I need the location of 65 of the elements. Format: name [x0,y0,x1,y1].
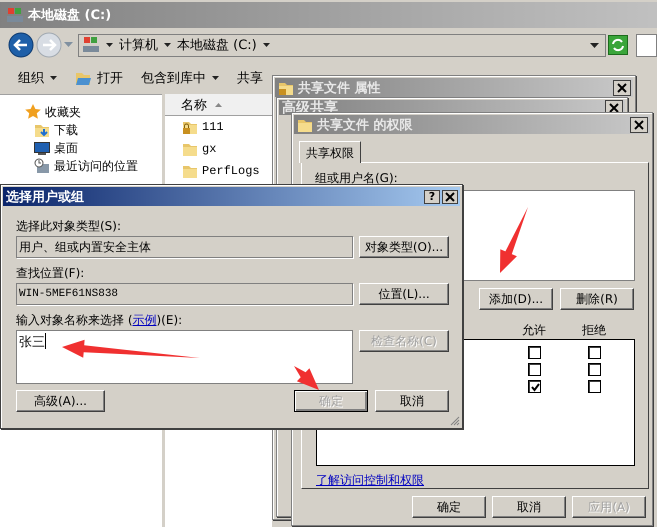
caret-icon[interactable] [164,43,171,47]
dialog-button[interactable]: 删除(R) [560,288,634,310]
arrow [294,366,319,390]
checkbox[interactable] [528,346,541,359]
toolbar-button[interactable]: 包含到库中 [135,67,225,89]
caret-icon [212,76,219,80]
monitor-icon [34,140,50,156]
folder-icon [34,122,50,138]
tab[interactable]: 共享权限 [299,141,361,163]
toolbar-button[interactable]: 共享 [231,67,269,89]
caret-icon[interactable] [262,43,270,47]
field-label: 查找位置(F): [16,265,86,282]
breadcrumb-item[interactable]: 计算机 [119,36,158,54]
caret-icon[interactable] [106,43,113,47]
checkbox[interactable] [528,380,541,393]
star-icon [25,104,41,120]
checkbox[interactable] [588,363,601,376]
nav-item[interactable]: 桌面 [0,139,162,157]
checkbox[interactable] [588,380,601,393]
examples-link[interactable]: 示例 [132,313,156,327]
caret-icon [50,76,57,80]
drive-icon [6,7,24,23]
dialog-button[interactable]: 取消 [492,496,566,518]
names-input[interactable]: 张三 [16,330,353,384]
group-label: 组或用户名(G): [314,170,399,187]
window-title: 共享文件 的权限 [317,116,414,134]
checkbox[interactable] [528,363,541,376]
column-header: 允许 [522,322,546,339]
search-field[interactable] [636,34,657,56]
dialog-button[interactable]: 高级(A)... [16,390,105,412]
nav-item[interactable]: 最近访问的位置 [0,157,162,175]
window-title: 选择用户或组 [6,188,85,206]
file-item[interactable]: PerfLogs [165,160,272,182]
computer-icon [82,36,100,54]
object-type-field: 用户、组或内置安全主体 [16,236,353,258]
file-item[interactable]: gx [165,138,272,160]
nav-item[interactable]: 收藏夹 [0,103,162,121]
dialog-button[interactable]: 添加(D)... [479,288,553,310]
dialog-button[interactable]: 取消 [375,390,449,412]
toolbar-button[interactable]: 打开 [69,67,129,89]
checkbox[interactable] [588,346,601,359]
field-label: 选择此对象类型(S): [16,218,122,235]
address-bar[interactable]: 计算机 本地磁盘 (C:) [78,34,606,56]
locations-button[interactable]: 位置(L)... [359,283,449,305]
clock-icon [34,158,50,174]
column-header: 拒绝 [582,322,606,339]
back-icon[interactable] [8,32,34,58]
nav-item[interactable]: 下载 [0,121,162,139]
window-title: 共享文件 属性 [298,80,382,96]
help-link[interactable]: 了解访问控制和权限 [316,472,424,489]
resize-grip-icon[interactable] [450,416,460,426]
file-item[interactable]: 111 [165,116,272,138]
arrow [500,207,528,273]
caret-icon[interactable] [590,42,599,48]
field-label: 输入对象名称来选择 (示例)(E): [16,312,184,329]
refresh-icon[interactable] [608,35,628,55]
help-button[interactable]: ? [424,190,440,204]
breadcrumb-item[interactable]: 本地磁盘 (C:) [177,36,257,54]
object-types-button[interactable]: 对象类型(O)... [359,236,449,258]
toolbar-button[interactable]: 组织 [12,67,63,89]
folder-icon [75,70,91,86]
close-icon[interactable] [442,190,458,204]
location-field: WIN-5MEF61NS838 [16,283,353,305]
dialog-button[interactable]: 确定 [412,496,486,518]
window-title: 本地磁盘 (C:) [28,7,112,24]
